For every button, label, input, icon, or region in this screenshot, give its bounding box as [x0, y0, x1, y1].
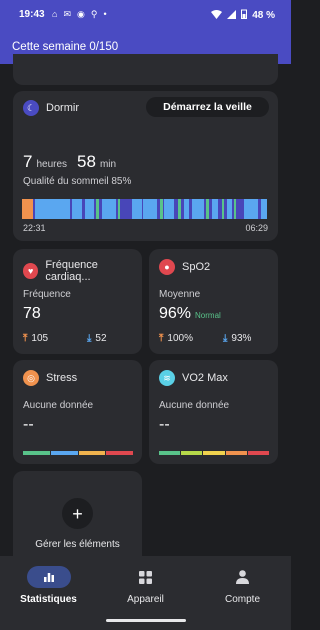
vo2-icon: ≋ — [159, 370, 175, 386]
spo2-status: Normal — [195, 311, 221, 320]
sleep-hours-unit: heures — [36, 159, 68, 170]
sleep-stages-bar — [22, 199, 267, 219]
sleep-hours: 7 — [23, 152, 33, 171]
spo2-label: Moyenne — [159, 289, 201, 300]
mail-icon: ✉ — [63, 9, 71, 19]
battery-level: 48 % — [252, 10, 275, 21]
blood-drop-icon: ● — [159, 259, 175, 275]
bar-chart-icon — [26, 566, 71, 588]
dot-icon: • — [103, 9, 107, 19]
vo2-value: -- — [159, 416, 170, 433]
sleep-title: Dormir — [46, 102, 79, 114]
nav-compte[interactable]: Compte — [194, 566, 291, 605]
stress-value: -- — [23, 416, 34, 433]
whatsapp-icon: ◉ — [76, 9, 85, 19]
moon-icon: ☾ — [23, 100, 39, 116]
arrow-up-icon: ⤒ — [159, 333, 164, 344]
heart-title: Fréquence cardiaq... — [45, 259, 98, 283]
vo2-scale — [159, 451, 270, 455]
start-sleep-label: Démarrez la veille — [163, 101, 252, 113]
spo2-min: 93% — [231, 333, 252, 344]
heart-value: 78 — [23, 305, 41, 322]
status-right: 48 % — [211, 9, 275, 22]
plus-icon: + — [72, 503, 83, 524]
sleep-start-time: 22:31 — [23, 223, 46, 233]
sleep-card[interactable]: ☾ Dormir Démarrez la veille 7 heures 58 … — [13, 91, 278, 241]
nav-appareil-label: Appareil — [127, 594, 164, 605]
arrow-down-icon: ⤓ — [223, 333, 228, 344]
nav-statistiques[interactable]: Statistiques — [0, 566, 97, 605]
grid-icon — [124, 566, 168, 588]
previous-card[interactable] — [13, 54, 278, 85]
arrow-down-icon: ⤓ — [87, 333, 92, 344]
sleep-end-time: 06:29 — [245, 223, 268, 233]
nav-compte-label: Compte — [224, 594, 260, 605]
heart-rate-card[interactable]: ♥ Fréquence cardiaq... Fréquence 78 ⤒ 10… — [13, 249, 142, 354]
stress-title: Stress — [46, 372, 78, 384]
arrow-up-icon: ⤒ — [23, 333, 28, 344]
person-icon — [221, 566, 265, 588]
heart-max: 105 — [31, 333, 49, 344]
nav-appareil[interactable]: Appareil — [97, 566, 194, 605]
manage-label: Gérer les éléments — [35, 539, 120, 550]
sleep-quality: Qualité du sommeil 85% — [23, 176, 132, 187]
spo2-max: 100% — [167, 333, 193, 344]
page-title[interactable]: Cette semaine 0/150 — [12, 41, 118, 53]
stress-card[interactable]: ◎ Stress Aucune donnée -- — [13, 360, 142, 464]
status-bar: 19:43 ⌂ ✉ ◉ ⚲ • 48 % — [0, 0, 291, 32]
vo2max-card[interactable]: ≋ VO2 Max Aucune donnée -- — [149, 360, 278, 464]
manage-elements-card[interactable]: + Gérer les éléments — [13, 471, 142, 556]
vo2-title: VO2 Max — [182, 372, 228, 384]
home-indicator[interactable] — [106, 619, 186, 622]
sleep-duration: 7 heures 58 min — [23, 152, 116, 172]
spo2-value: 96% — [159, 305, 192, 322]
start-sleep-button[interactable]: Démarrez la veille — [146, 97, 269, 117]
battery-icon — [241, 9, 248, 22]
spo2-title: SpO2 — [182, 261, 211, 273]
status-time: 19:43 — [19, 9, 45, 20]
nav-statistiques-label: Statistiques — [20, 594, 77, 605]
heart-icon: ♥ — [23, 263, 39, 279]
wifi-icon — [211, 9, 223, 22]
location-icon: ⚲ — [90, 9, 98, 19]
heart-min: 52 — [95, 333, 107, 344]
add-button[interactable]: + — [62, 498, 93, 529]
sleep-minutes: 58 — [77, 152, 96, 171]
vo2-label: Aucune donnée — [159, 400, 230, 411]
notification-icons: ⌂ ✉ ◉ ⚲ • — [52, 9, 107, 20]
heart-label: Fréquence — [23, 289, 71, 300]
home-icon: ⌂ — [52, 9, 58, 19]
stress-label: Aucune donnée — [23, 400, 94, 411]
stress-scale — [23, 451, 133, 455]
signal-icon — [227, 9, 237, 22]
sleep-minutes-unit: min — [99, 159, 117, 170]
stress-icon: ◎ — [23, 370, 39, 386]
spo2-card[interactable]: ● SpO2 Moyenne 96% Normal ⤒ 100% ⤓ 93% — [149, 249, 278, 354]
